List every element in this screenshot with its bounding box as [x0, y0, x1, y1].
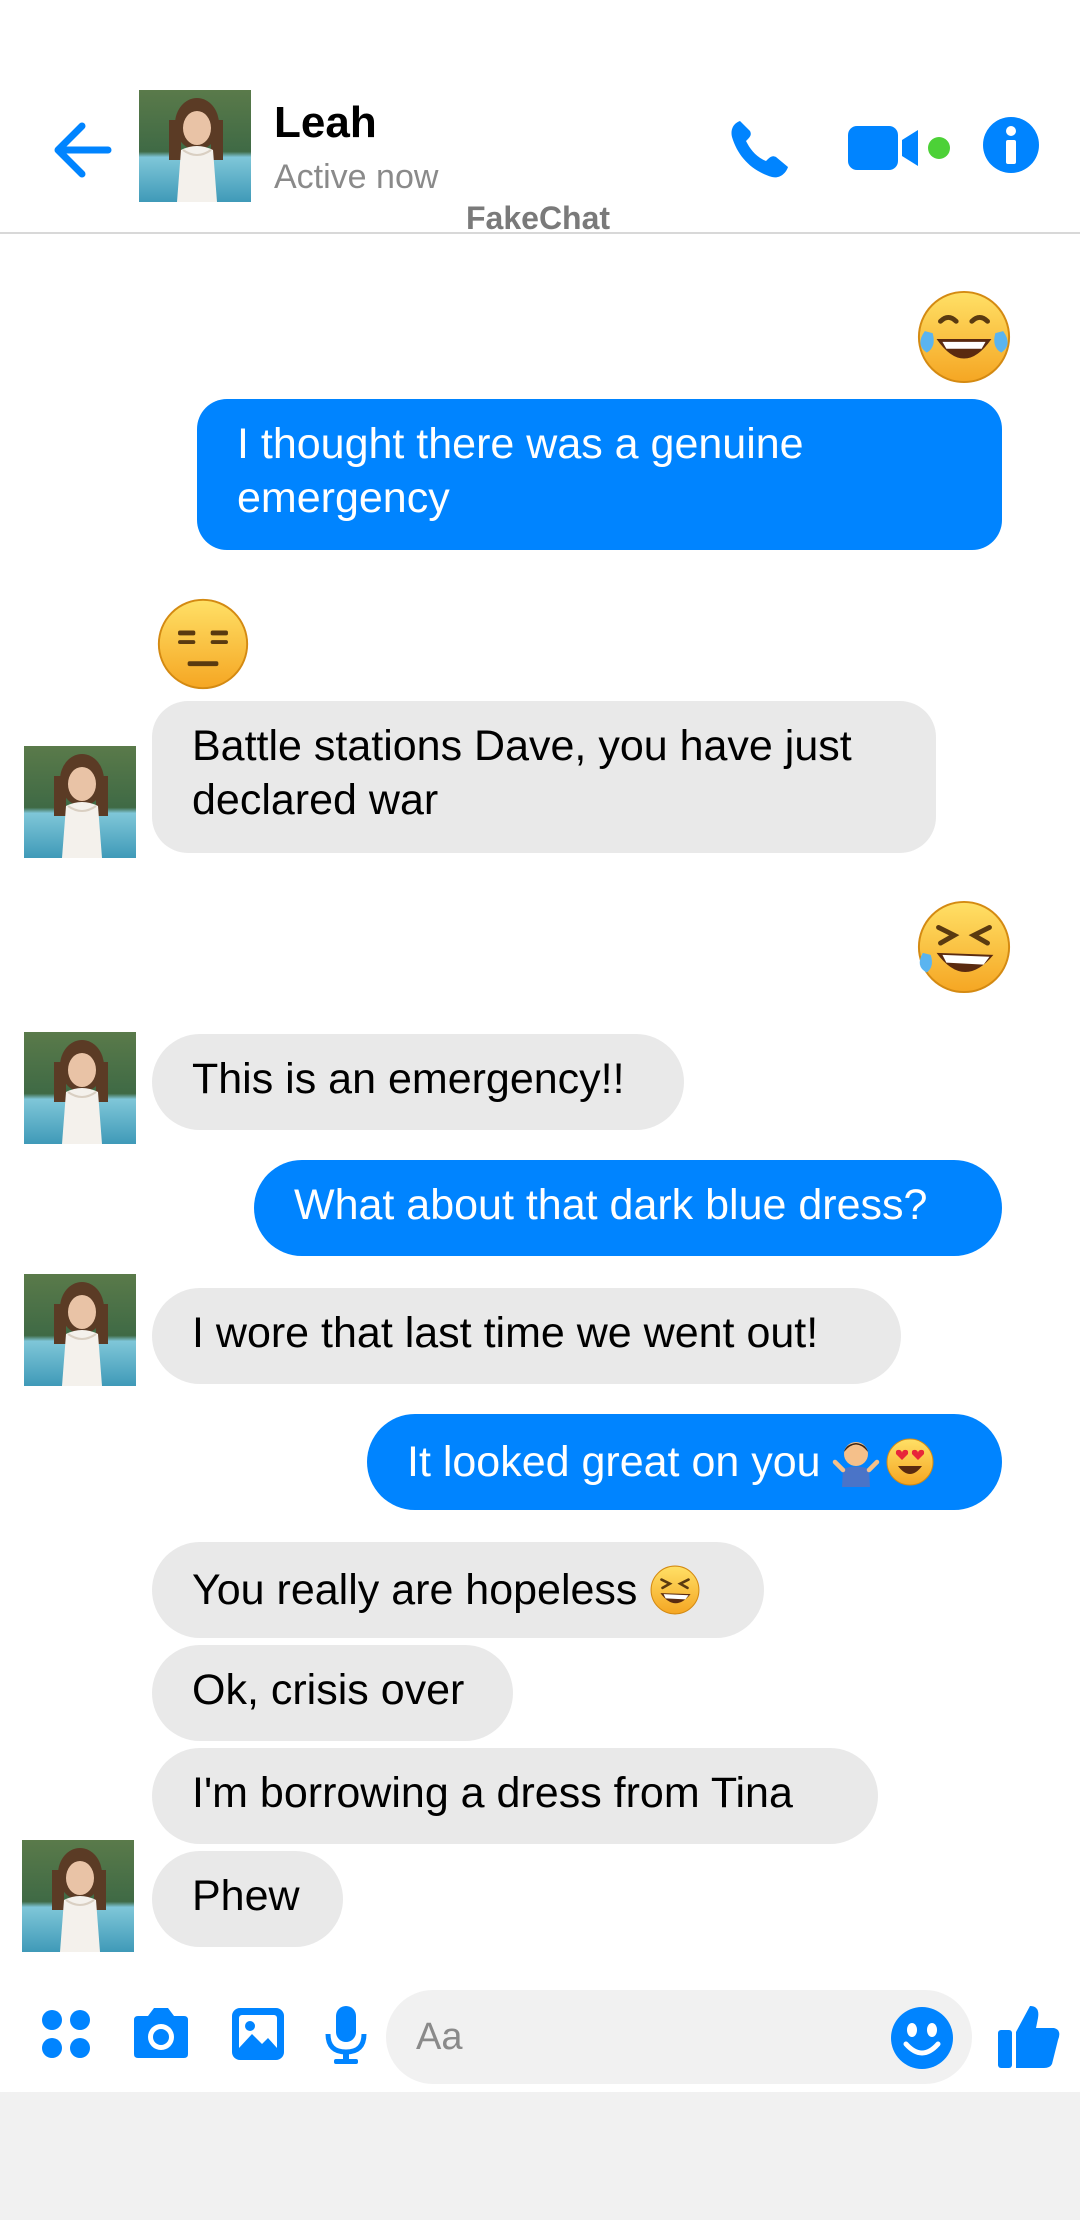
incoming-message-bubble[interactable]: You really are hopeless [152, 1542, 764, 1638]
contact-avatar[interactable] [139, 90, 251, 202]
back-arrow-icon[interactable] [50, 118, 114, 182]
message-text: It looked great on you [407, 1438, 821, 1486]
incoming-message-bubble[interactable]: Ok, crisis over [152, 1645, 513, 1741]
camera-icon[interactable] [130, 2006, 192, 2060]
message-text: This is an emergency!! [192, 1055, 625, 1103]
incoming-message-bubble[interactable]: Phew [152, 1851, 343, 1947]
watermark-label: FakeChat [466, 200, 611, 236]
message-text: Battle stations Dave, you have just [192, 722, 852, 770]
message-text: emergency [237, 474, 450, 522]
expressionless-emoji-icon [157, 598, 249, 690]
outgoing-message-bubble[interactable]: I thought there was a genuine emergency [197, 399, 1002, 550]
contact-avatar[interactable] [24, 746, 136, 858]
microphone-icon[interactable] [324, 2004, 368, 2066]
incoming-message-bubble[interactable]: This is an emergency!! [152, 1034, 684, 1130]
contact-avatar[interactable] [22, 1840, 134, 1952]
apps-icon[interactable] [40, 2008, 92, 2060]
tears-of-joy-emoji-icon [917, 290, 1011, 384]
rofl-emoji-icon [650, 1565, 700, 1615]
incoming-message-bubble[interactable]: I'm borrowing a dress from Tina [152, 1748, 878, 1844]
man-shrugging-emoji-icon [832, 1442, 879, 1487]
message-text: I wore that last time we went out! [192, 1309, 819, 1357]
contact-avatar[interactable] [24, 1032, 136, 1144]
incoming-message-bubble[interactable]: I wore that last time we went out! [152, 1288, 901, 1384]
emoji-icon[interactable] [890, 2006, 954, 2070]
outgoing-message-bubble[interactable]: What about that dark blue dress? [254, 1160, 1002, 1256]
heart-eyes-emoji-icon [886, 1438, 934, 1486]
message-text: Phew [192, 1872, 300, 1920]
online-indicator [928, 137, 950, 159]
message-text: I thought there was a genuine [237, 420, 804, 468]
contact-avatar[interactable] [24, 1274, 136, 1386]
info-icon[interactable] [982, 116, 1040, 174]
message-input[interactable] [386, 1990, 972, 2084]
message-text: You really are hopeless [192, 1566, 638, 1614]
outgoing-message-bubble[interactable]: It looked great on you [367, 1414, 1002, 1510]
thumbs-up-icon[interactable] [996, 2002, 1062, 2072]
gallery-icon[interactable] [230, 2006, 286, 2062]
message-text: declared war [192, 776, 439, 824]
phone-icon[interactable] [726, 115, 792, 181]
navigation-area [0, 2092, 1080, 2220]
contact-name[interactable]: Leah [274, 98, 377, 148]
message-text: I'm borrowing a dress from Tina [192, 1769, 793, 1817]
incoming-message-bubble[interactable]: Battle stations Dave, you have just decl… [152, 701, 936, 853]
rofl-emoji-icon[interactable] [915, 898, 1013, 996]
video-camera-icon[interactable] [848, 122, 938, 174]
active-status: Active now [274, 158, 439, 196]
message-text: Ok, crisis over [192, 1666, 465, 1714]
message-text: What about that dark blue dress? [294, 1181, 928, 1229]
